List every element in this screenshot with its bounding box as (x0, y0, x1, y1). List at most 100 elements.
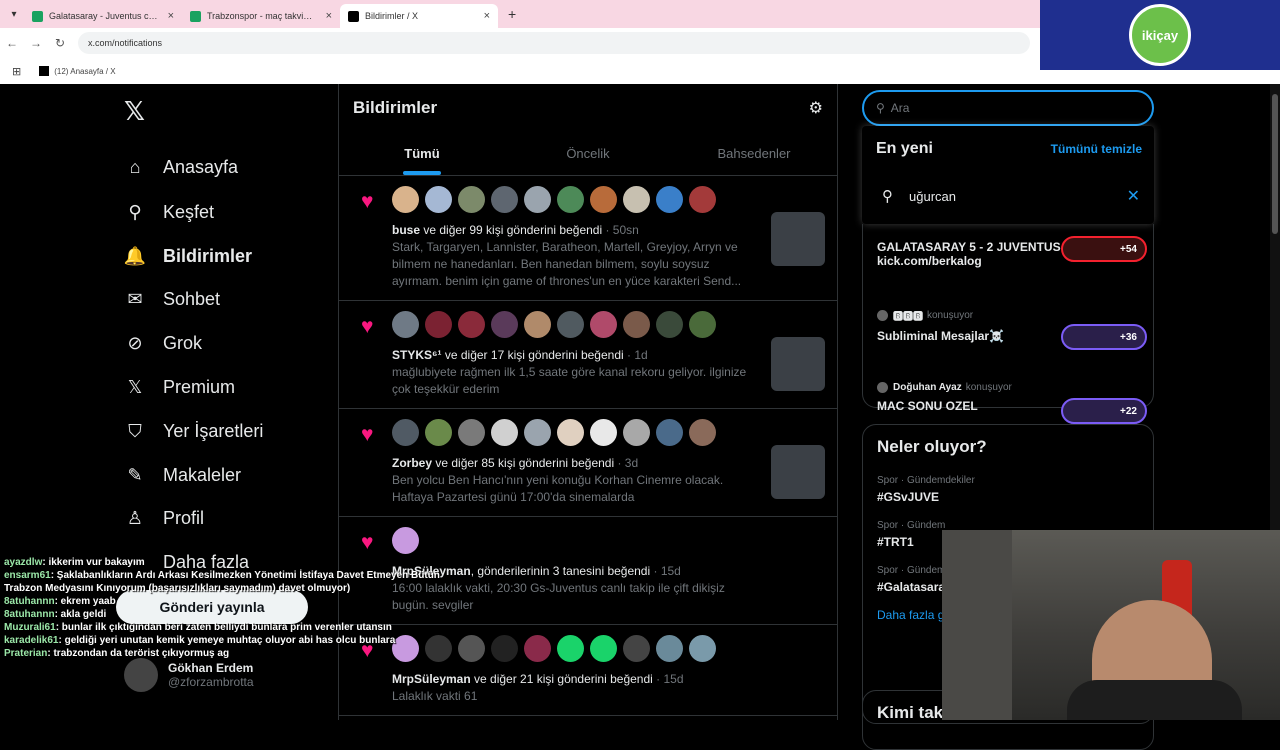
nav-item-label: Premium (163, 376, 236, 397)
avatar[interactable] (458, 186, 485, 213)
nav-item-yer-i-aretleri[interactable]: ⛉ Yer İşaretleri (124, 420, 263, 442)
bell-icon: 🔔 (123, 245, 147, 266)
post-thumbnail[interactable] (771, 337, 825, 391)
avatar[interactable] (656, 635, 683, 662)
post-thumbnail[interactable] (771, 445, 825, 499)
avatar[interactable] (524, 419, 551, 446)
avatar[interactable] (623, 186, 650, 213)
notification-item[interactable]: ♥ buse ve diğer 99 kişi gönderini beğend… (339, 176, 837, 301)
nav-item-anasayfa[interactable]: ⌂ Anasayfa (124, 156, 239, 178)
avatar[interactable] (425, 186, 452, 213)
avatar[interactable] (689, 311, 716, 338)
avatar[interactable] (425, 419, 452, 446)
avatar[interactable] (590, 186, 617, 213)
host-name: 🅱🅱🅱 (893, 312, 923, 323)
avatar[interactable] (689, 186, 716, 213)
liker-name[interactable]: MrpSüleyman (392, 672, 471, 686)
space-item[interactable]: GALATASARAY 5 - 2 JUVENTUS | kick.com/be… (877, 234, 1147, 268)
close-tab-icon[interactable]: × (168, 10, 174, 22)
listener-count-badge[interactable]: +22 (1061, 398, 1147, 424)
close-tab-icon[interactable]: × (326, 10, 332, 22)
avatar[interactable] (557, 635, 584, 662)
trend-category: Spor · Gündemdekiler (877, 475, 975, 486)
avatar[interactable] (458, 635, 485, 662)
avatar[interactable] (392, 186, 419, 213)
bookmark-item[interactable]: (12) Anasayfa / X (39, 66, 116, 76)
avatar[interactable] (623, 311, 650, 338)
space-item[interactable]: Doğuhan Ayaz konuşuyor MAC SONU OZEL +22 (877, 382, 1147, 424)
nav-item-profil[interactable]: ♙ Profil (124, 507, 204, 529)
tab-0[interactable]: Tümü (339, 132, 505, 175)
avatar[interactable] (491, 311, 518, 338)
browser-tab[interactable]: Galatasaray - Juventus canlı sko × (24, 4, 182, 28)
liker-name[interactable]: Zorbey (392, 456, 432, 470)
avatar[interactable] (656, 186, 683, 213)
nav-item-ke-fet[interactable]: ⚲ Keşfet (124, 201, 214, 223)
avatar[interactable] (458, 311, 485, 338)
avatar[interactable] (590, 419, 617, 446)
account-switcher[interactable]: Gökhan Erdem @zforzambrotta (124, 658, 254, 692)
tab-1[interactable]: Öncelik (505, 132, 671, 175)
notification-time: · 3d (614, 456, 639, 470)
listener-count-badge[interactable]: +36 (1061, 324, 1147, 350)
avatar[interactable] (425, 311, 452, 338)
forward-icon[interactable]: → (24, 36, 48, 50)
tab-2[interactable]: Bahsedenler (671, 132, 837, 175)
space-item[interactable]: 🅱🅱🅱 konuşuyor Subliminal Mesajlar☠️ +36 (877, 308, 1147, 350)
url-field[interactable]: x.com/notifications (78, 32, 1030, 54)
avatar[interactable] (458, 419, 485, 446)
avatar[interactable] (689, 635, 716, 662)
notification-item[interactable]: ♥ STYKS⁶¹ ve diğer 17 kişi gönderini beğ… (339, 301, 837, 409)
avatar[interactable] (656, 419, 683, 446)
post-thumbnail[interactable] (771, 212, 825, 266)
avatar[interactable] (557, 311, 584, 338)
browser-tab[interactable]: Bildirimler / X × (340, 4, 498, 28)
notification-item[interactable]: ♥ Zorbey ve diğer 85 kişi gönderini beğe… (339, 409, 837, 517)
apps-grid-icon[interactable]: ⊞ (12, 65, 21, 78)
new-tab-button[interactable]: + (508, 6, 516, 22)
avatar[interactable] (524, 311, 551, 338)
liker-name[interactable]: buse (392, 223, 420, 237)
avatar[interactable] (623, 635, 650, 662)
x-logo-icon[interactable]: 𝕏 (124, 96, 145, 127)
recent-search-item[interactable]: ⚲ uğurcan ✕ (862, 158, 1154, 206)
avatar[interactable] (689, 419, 716, 446)
nav-item-sohbet[interactable]: ✉ Sohbet (124, 288, 220, 310)
avatar[interactable] (590, 311, 617, 338)
avatar[interactable] (656, 311, 683, 338)
close-tab-icon[interactable]: × (484, 10, 490, 22)
listener-count-badge[interactable]: +54 (1061, 236, 1147, 262)
avatar[interactable] (557, 186, 584, 213)
space-host: Doğuhan Ayaz konuşuyor (877, 382, 1147, 393)
back-icon[interactable]: ← (0, 36, 24, 50)
nav-item-bildirimler[interactable]: 🔔 Bildirimler (124, 245, 252, 267)
browser-tab[interactable]: Trabzonspor - maç takvimi, takı × (182, 4, 340, 28)
avatar[interactable] (491, 635, 518, 662)
avatar[interactable] (392, 311, 419, 338)
nav-item-makaleler[interactable]: ✎ Makaleler (124, 464, 241, 486)
space-title: GALATASARAY 5 - 2 JUVENTUS | kick.com/be… (877, 240, 1068, 268)
avatar[interactable] (491, 419, 518, 446)
avatar[interactable] (524, 186, 551, 213)
avatar[interactable] (623, 419, 650, 446)
liker-name[interactable]: STYKS⁶¹ (392, 348, 442, 362)
avatar[interactable] (392, 527, 419, 554)
avatar[interactable] (392, 419, 419, 446)
tab-search-icon[interactable]: ▾ (4, 4, 24, 24)
close-icon[interactable]: ✕ (1127, 186, 1140, 206)
avatar[interactable] (491, 186, 518, 213)
chat-message: ensarm61: Şaklabanlıkların Ardı Arkası K… (0, 569, 460, 595)
nav-item-grok[interactable]: ⊘ Grok (124, 332, 202, 354)
scrollbar[interactable] (1270, 84, 1280, 530)
search-input[interactable]: ⚲ Ara (862, 90, 1154, 126)
nav-item-premium[interactable]: 𝕏 Premium (124, 376, 235, 398)
clear-all-button[interactable]: Tümünü temizle (1051, 142, 1142, 156)
host-status: konuşuyor (927, 310, 974, 321)
trend-item[interactable]: Spor · Gündemdekiler #GSvJUVE (863, 469, 1153, 514)
reload-icon[interactable]: ↻ (48, 36, 72, 50)
avatar[interactable] (590, 635, 617, 662)
gear-icon[interactable]: ⚙ (809, 98, 823, 118)
avatar[interactable] (524, 635, 551, 662)
avatar[interactable] (557, 419, 584, 446)
chat-message: Praterian: trabzondan da terörist çıkıyo… (0, 647, 460, 660)
